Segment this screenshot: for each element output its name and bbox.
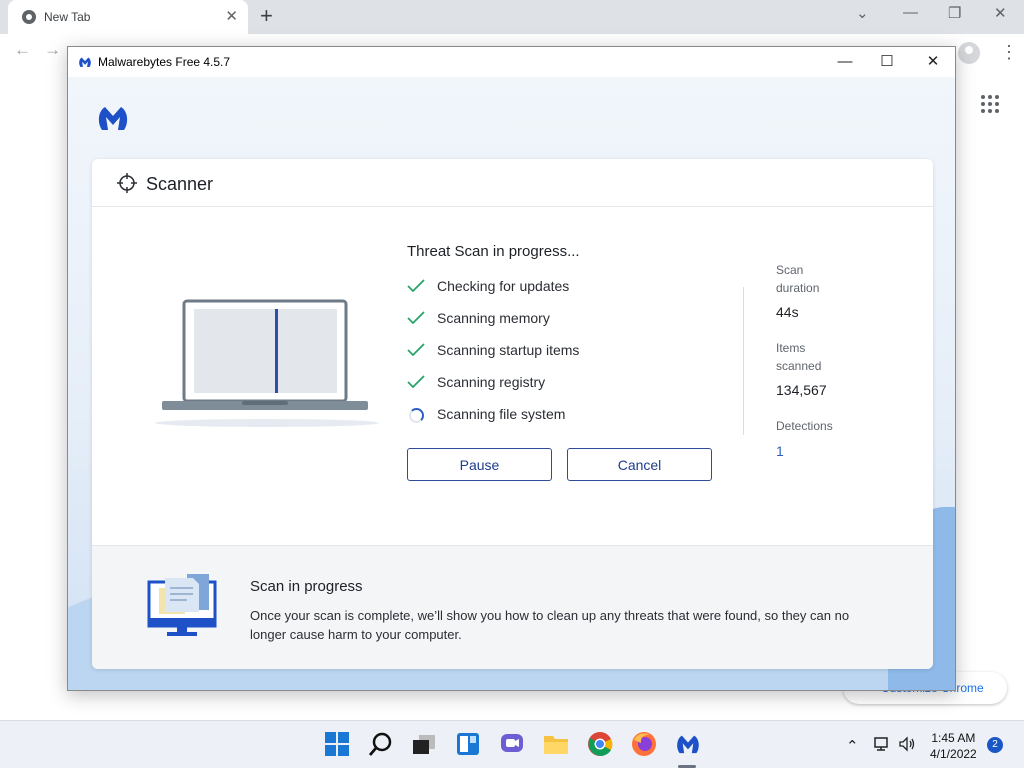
- chat-icon[interactable]: [499, 731, 525, 757]
- network-icon[interactable]: [873, 736, 891, 752]
- window-titlebar: Malwarebytes Free 4.5.7 — ☐ ✕: [68, 47, 955, 77]
- pause-button[interactable]: Pause: [407, 448, 552, 481]
- firefox-icon[interactable]: [631, 731, 657, 757]
- laptop-scan-illustration: [155, 299, 379, 427]
- window-title: Malwarebytes Free 4.5.7: [98, 55, 231, 69]
- scan-step-label: Scanning file system: [437, 406, 566, 422]
- profile-avatar-icon[interactable]: [958, 42, 980, 64]
- chrome-favicon-icon: [22, 10, 36, 24]
- footer-description: Once your scan is complete, we’ll show y…: [250, 608, 850, 642]
- clock-date: 4/1/2022: [930, 747, 977, 761]
- malwarebytes-logo-icon: [98, 107, 128, 130]
- chevron-up-icon[interactable]: ⌃: [846, 737, 859, 755]
- maximize-icon[interactable]: ☐: [867, 51, 907, 73]
- scan-step-label: Scanning memory: [437, 310, 550, 326]
- scan-step-label: Scanning startup items: [437, 342, 580, 358]
- cancel-button[interactable]: Cancel: [567, 448, 712, 481]
- chrome-tab-new-tab[interactable]: New Tab ✕: [8, 0, 248, 34]
- close-icon[interactable]: ✕: [994, 4, 1007, 22]
- scanner-header: Scanner: [92, 159, 933, 207]
- file-explorer-icon[interactable]: [543, 731, 569, 757]
- scan-step-label: Scanning registry: [437, 374, 546, 390]
- scan-info-footer: Scan in progress Once your scan is compl…: [92, 545, 933, 669]
- scanner-card: Scanner Threat Scan in progress... Check…: [92, 159, 933, 669]
- crosshair-icon: [117, 173, 137, 193]
- checkmark-icon: [407, 279, 425, 293]
- minimize-icon[interactable]: —: [825, 51, 865, 73]
- taskbar: ⌃ 1:45 AM 4/1/2022 2: [0, 720, 1024, 768]
- widgets-icon[interactable]: [455, 731, 481, 757]
- scan-duration-value: 44s: [776, 304, 799, 320]
- checkmark-icon: [407, 343, 425, 357]
- notification-badge[interactable]: 2: [987, 737, 1003, 753]
- minimize-icon[interactable]: —: [903, 4, 918, 21]
- computer-document-illustration: [147, 574, 217, 636]
- items-scanned-value: 134,567: [776, 382, 827, 398]
- chrome-tab-strip: New Tab ✕ + ⌄ — ❐ ✕: [0, 0, 1024, 34]
- close-tab-icon[interactable]: ✕: [225, 7, 238, 25]
- items-scanned-label: Items scanned: [776, 341, 822, 373]
- detections-count[interactable]: 1: [776, 443, 784, 459]
- volume-icon[interactable]: [899, 736, 917, 752]
- back-icon[interactable]: ←: [14, 40, 31, 60]
- loading-spinner-icon: [409, 408, 424, 423]
- footer-title: Scan in progress: [250, 578, 363, 595]
- task-view-icon[interactable]: [411, 731, 437, 757]
- scan-status-title: Threat Scan in progress...: [407, 243, 580, 260]
- checkmark-icon: [407, 311, 425, 325]
- chrome-tab-title: New Tab: [44, 10, 91, 24]
- restore-icon[interactable]: ❐: [948, 4, 961, 22]
- system-clock[interactable]: 1:45 AM 4/1/2022: [930, 730, 977, 762]
- divider: [743, 287, 744, 435]
- page-title: Scanner: [146, 174, 214, 194]
- malwarebytes-icon[interactable]: [675, 731, 701, 757]
- forward-icon[interactable]: →: [44, 40, 61, 60]
- scan-duration-label: Scan duration: [776, 263, 820, 295]
- clock-time: 1:45 AM: [931, 731, 976, 745]
- detections-label: Detections: [776, 419, 833, 433]
- checkmark-icon: [407, 375, 425, 389]
- scan-step-label: Checking for updates: [437, 278, 570, 294]
- chevron-down-icon[interactable]: ⌄: [856, 4, 869, 22]
- google-apps-icon[interactable]: [981, 95, 999, 113]
- chrome-menu-icon[interactable]: ⋮: [1000, 42, 1018, 63]
- search-icon[interactable]: [368, 731, 394, 757]
- chrome-icon[interactable]: [587, 731, 613, 757]
- malwarebytes-window: Malwarebytes Free 4.5.7 — ☐ ✕ Scanner Th…: [67, 46, 956, 691]
- new-tab-button[interactable]: +: [260, 3, 273, 29]
- start-icon[interactable]: [324, 731, 350, 757]
- malwarebytes-logo-icon: [79, 57, 91, 67]
- close-icon[interactable]: ✕: [913, 51, 953, 73]
